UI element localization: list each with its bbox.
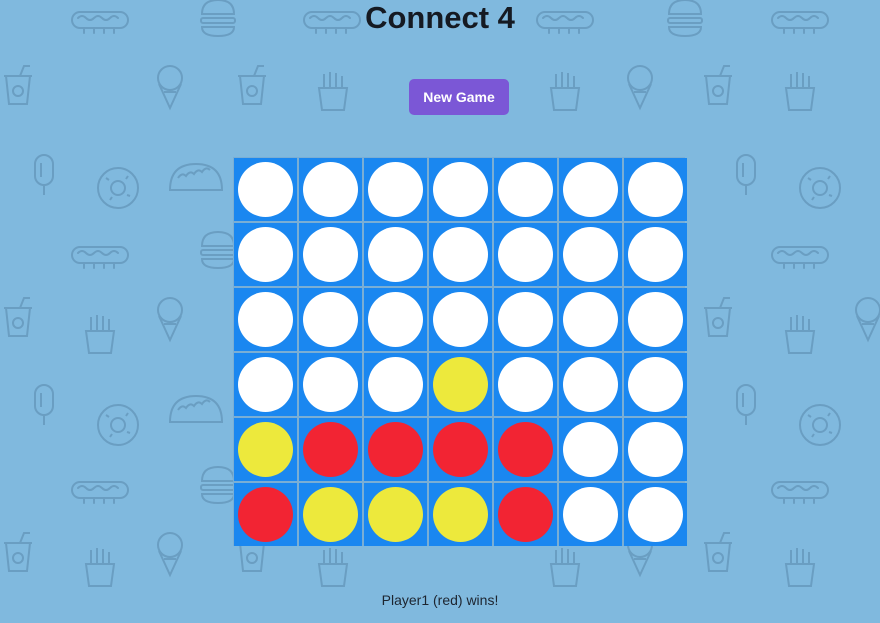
board-cell[interactable]	[559, 158, 622, 221]
board-cell[interactable]	[234, 158, 297, 221]
board-cell[interactable]	[624, 288, 687, 351]
empty-slot	[498, 227, 553, 282]
yellow-disc	[238, 422, 293, 477]
empty-slot	[563, 422, 618, 477]
board-cell[interactable]	[364, 353, 427, 416]
board-cell[interactable]	[234, 353, 297, 416]
board-cell[interactable]	[429, 158, 492, 221]
board-cell[interactable]	[364, 483, 427, 546]
red-disc	[238, 487, 293, 542]
page-title: Connect 4	[365, 0, 515, 35]
empty-slot	[628, 487, 683, 542]
red-disc	[368, 422, 423, 477]
board-cell[interactable]	[559, 353, 622, 416]
empty-slot	[433, 227, 488, 282]
board-cell[interactable]	[494, 223, 557, 286]
empty-slot	[433, 162, 488, 217]
board-cell[interactable]	[234, 418, 297, 481]
new-game-button[interactable]: New Game	[409, 79, 509, 115]
empty-slot	[238, 357, 293, 412]
empty-slot	[498, 162, 553, 217]
game-status: Player1 (red) wins!	[381, 592, 499, 608]
empty-slot	[238, 292, 293, 347]
board-cell[interactable]	[624, 353, 687, 416]
board-cell[interactable]	[299, 223, 362, 286]
board-cell[interactable]	[429, 418, 492, 481]
empty-slot	[628, 422, 683, 477]
board-cell[interactable]	[299, 353, 362, 416]
empty-slot	[628, 357, 683, 412]
yellow-disc	[433, 487, 488, 542]
board-cell[interactable]	[624, 223, 687, 286]
board-cell[interactable]	[559, 223, 622, 286]
empty-slot	[238, 227, 293, 282]
board-cell[interactable]	[494, 288, 557, 351]
board-cell[interactable]	[364, 158, 427, 221]
empty-slot	[563, 227, 618, 282]
board-cell[interactable]	[429, 288, 492, 351]
board-cell[interactable]	[234, 288, 297, 351]
red-disc	[433, 422, 488, 477]
red-disc	[498, 487, 553, 542]
board-cell[interactable]	[624, 483, 687, 546]
yellow-disc	[433, 357, 488, 412]
board-cell[interactable]	[364, 418, 427, 481]
empty-slot	[498, 357, 553, 412]
empty-slot	[563, 162, 618, 217]
board-cell[interactable]	[299, 418, 362, 481]
empty-slot	[628, 227, 683, 282]
board-cell[interactable]	[559, 288, 622, 351]
empty-slot	[628, 292, 683, 347]
game-board	[233, 157, 687, 546]
red-disc	[498, 422, 553, 477]
empty-slot	[303, 227, 358, 282]
empty-slot	[303, 162, 358, 217]
yellow-disc	[303, 487, 358, 542]
board-cell[interactable]	[624, 158, 687, 221]
yellow-disc	[368, 487, 423, 542]
empty-slot	[563, 487, 618, 542]
board-cell[interactable]	[494, 353, 557, 416]
board-cell[interactable]	[429, 223, 492, 286]
board-cell[interactable]	[299, 483, 362, 546]
board-cell[interactable]	[494, 483, 557, 546]
empty-slot	[303, 292, 358, 347]
empty-slot	[303, 357, 358, 412]
board-cell[interactable]	[234, 483, 297, 546]
board-cell[interactable]	[299, 158, 362, 221]
empty-slot	[628, 162, 683, 217]
board-cell[interactable]	[299, 288, 362, 351]
empty-slot	[498, 292, 553, 347]
empty-slot	[238, 162, 293, 217]
board-cell[interactable]	[559, 418, 622, 481]
red-disc	[303, 422, 358, 477]
empty-slot	[563, 292, 618, 347]
empty-slot	[368, 357, 423, 412]
empty-slot	[433, 292, 488, 347]
board-cell[interactable]	[494, 418, 557, 481]
board-cell[interactable]	[429, 483, 492, 546]
board-cell[interactable]	[364, 223, 427, 286]
board-cell[interactable]	[559, 483, 622, 546]
board-cell[interactable]	[234, 223, 297, 286]
empty-slot	[563, 357, 618, 412]
empty-slot	[368, 292, 423, 347]
board-cell[interactable]	[364, 288, 427, 351]
empty-slot	[368, 162, 423, 217]
empty-slot	[368, 227, 423, 282]
board-cell[interactable]	[429, 353, 492, 416]
board-cell[interactable]	[624, 418, 687, 481]
board-cell[interactable]	[494, 158, 557, 221]
